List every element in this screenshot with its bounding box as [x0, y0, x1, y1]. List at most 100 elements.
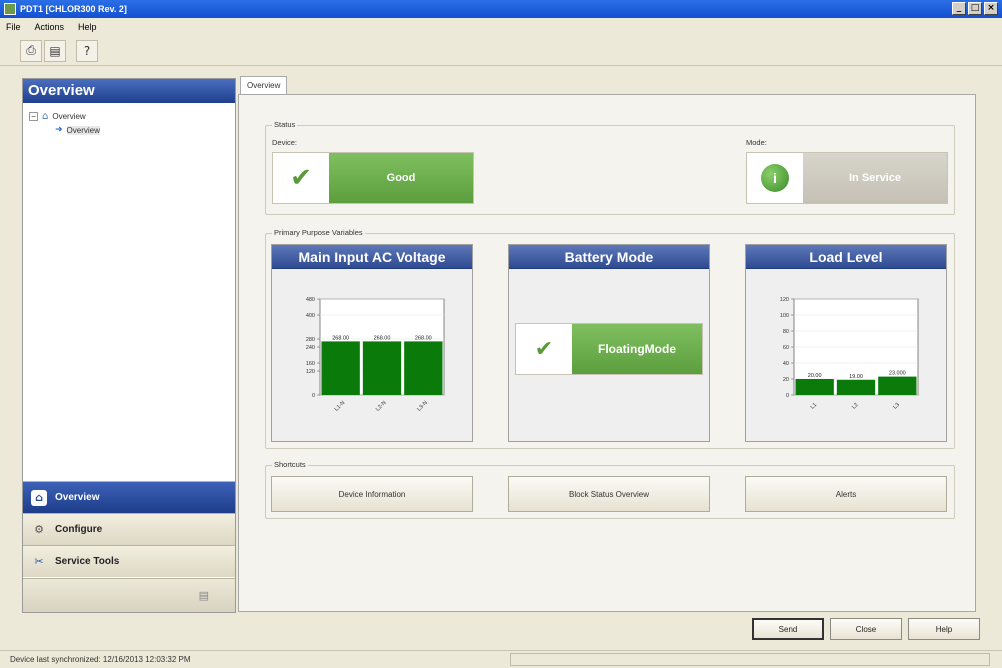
close-window-button[interactable]: ×	[984, 2, 998, 15]
voltage-ytick-label: 240	[306, 345, 315, 351]
tree-item-root[interactable]: − ⌂ Overview	[29, 109, 235, 123]
load-category-label: L2	[851, 402, 860, 411]
tools-icon: ✂	[34, 555, 44, 568]
voltage-bar	[404, 341, 443, 395]
voltage-ytick-label: 280	[306, 337, 315, 343]
checkmark-icon: ✔	[290, 163, 312, 193]
alerts-button[interactable]: Alerts	[745, 476, 947, 512]
voltage-ytick-label: 160	[306, 361, 315, 367]
navigation-tree: − ⌂ Overview ➜ Overview	[23, 103, 235, 137]
mode-status-value: In Service	[803, 153, 947, 203]
nav-configure-button[interactable]: ⚙ Configure	[23, 513, 235, 545]
battery-mode-tile: ✔ Floating Mode	[515, 323, 703, 375]
menu-actions[interactable]: Actions	[35, 22, 65, 32]
info-icon: i	[761, 164, 789, 192]
primary-variables-label: Primary Purpose Variables	[272, 228, 365, 237]
tree-child-label: Overview	[66, 125, 100, 135]
maximize-button[interactable]: □	[968, 2, 982, 15]
voltage-bar	[321, 341, 360, 395]
voltage-data-label: 268.00	[332, 335, 349, 341]
mode-label: Mode:	[746, 138, 767, 147]
close-button[interactable]: Close	[830, 618, 902, 640]
voltage-ytick-label: 400	[306, 313, 315, 319]
nav-service-tools-label: Service Tools	[55, 556, 120, 567]
load-data-label: 19.00	[849, 374, 863, 380]
gear-icon: ⚙	[34, 523, 44, 536]
battery-mode-line2: Mode	[644, 342, 676, 356]
menu-file[interactable]: File	[6, 22, 21, 32]
voltage-data-label: 268.00	[374, 335, 391, 341]
load-level-chart: 0 20 40 60 80 100 120 20.00 L1 19.00 L2 23.000 L3	[780, 297, 919, 411]
tree-root-label: Overview	[52, 111, 86, 121]
context-help-icon[interactable]: ?	[76, 39, 98, 62]
battery-mode-title: Battery Mode	[509, 245, 709, 269]
minimize-button[interactable]: _	[952, 2, 966, 15]
nav-overview-label: Overview	[55, 492, 100, 503]
load-ytick-label: 40	[783, 361, 789, 367]
voltage-ytick-label: 480	[306, 297, 315, 303]
voltage-category-label: L3-N	[416, 400, 429, 413]
load-level-title: Load Level	[746, 245, 946, 269]
nav-footer: ▤	[23, 578, 235, 612]
arrow-right-icon: ➜	[55, 125, 63, 135]
voltage-ytick-label: 0	[312, 393, 315, 399]
nav-configure-label: Configure	[55, 524, 103, 535]
configure-buttons-icon[interactable]: ▤	[199, 589, 209, 602]
printer-icon[interactable]: ⎙	[20, 39, 42, 62]
load-ytick-label: 100	[780, 313, 789, 319]
battery-mode-card[interactable]: Battery Mode ✔ Floating Mode	[508, 244, 710, 442]
load-ytick-label: 60	[783, 345, 789, 351]
app-icon	[4, 3, 16, 15]
toolbar: ⎙ ▤ ?	[0, 36, 1002, 66]
menu-bar: File Actions Help	[0, 18, 1002, 36]
print-preview-icon[interactable]: ▤	[44, 39, 66, 62]
main-input-voltage-title: Main Input AC Voltage	[272, 245, 472, 269]
status-bar: Device last synchronized: 12/16/2013 12:…	[0, 650, 1002, 668]
main-input-voltage-chart: 0 120 160 240 280 400 480 268.00 L1-N 268.00 L2-N 2…	[306, 297, 445, 413]
device-label: Device:	[272, 138, 298, 147]
device-information-button[interactable]: Device Information	[271, 476, 473, 512]
voltage-category-label: L2-N	[375, 400, 388, 413]
battery-check-icon: ✔	[534, 336, 554, 362]
load-level-card[interactable]: Load Level 0 20 40 60 80 100 120 20.00 L1 19.00 L2…	[745, 244, 947, 442]
load-ytick-label: 0	[786, 393, 789, 399]
nav-service-tools-button[interactable]: ✂ Service Tools	[23, 545, 235, 577]
help-button[interactable]: Help	[908, 618, 980, 640]
shortcuts-label: Shortcuts	[272, 460, 308, 469]
load-bar	[836, 379, 876, 395]
voltage-category-label: L1-N	[334, 400, 347, 413]
title-bar: PDT1 [CHLOR300 Rev. 2] _ □ ×	[0, 0, 1002, 18]
load-category-label: L1	[810, 402, 819, 411]
send-button[interactable]: Send	[752, 618, 824, 640]
window-controls: _ □ ×	[952, 2, 998, 15]
load-category-label: L3	[892, 402, 901, 411]
voltage-ytick-label: 120	[306, 369, 315, 375]
status-group-label: Status	[272, 120, 298, 129]
menu-help[interactable]: Help	[78, 22, 97, 32]
block-status-overview-button[interactable]: Block Status Overview	[508, 476, 710, 512]
left-panel-header: Overview	[23, 79, 235, 103]
tab-overview[interactable]: Overview	[240, 76, 288, 94]
load-ytick-label: 20	[783, 377, 789, 383]
status-group: Status Device: Mode: ✔ Good i In Service	[265, 120, 955, 215]
load-data-label: 23.000	[889, 371, 906, 377]
load-ytick-label: 80	[783, 329, 789, 335]
tree-item-child[interactable]: ➜ Overview	[29, 123, 235, 137]
device-status-tile: ✔ Good	[272, 152, 474, 204]
tree-collapse-toggle[interactable]: −	[29, 111, 38, 121]
load-bar	[795, 379, 834, 395]
battery-mode-line1: Floating	[597, 342, 645, 356]
left-panel: Overview − ⌂ Overview ➜ Overview ⌂ Overv…	[22, 78, 236, 613]
nav-overview-button[interactable]: ⌂ Overview	[23, 481, 235, 513]
voltage-bar	[362, 341, 402, 395]
load-ytick-label: 120	[780, 297, 789, 303]
device-icon: ⌂	[42, 110, 49, 122]
load-bar	[878, 376, 917, 395]
main-input-voltage-card[interactable]: Main Input AC Voltage 0 120 160 240 280 400 48…	[271, 244, 473, 442]
sync-status-text: Device last synchronized: 12/16/2013 12:…	[10, 655, 191, 664]
mode-status-tile: i In Service	[746, 152, 948, 204]
overview-icon: ⌂	[31, 489, 47, 506]
device-status-value: Good	[329, 153, 473, 203]
voltage-data-label: 268.00	[415, 335, 432, 341]
status-bar-pane	[510, 653, 990, 666]
